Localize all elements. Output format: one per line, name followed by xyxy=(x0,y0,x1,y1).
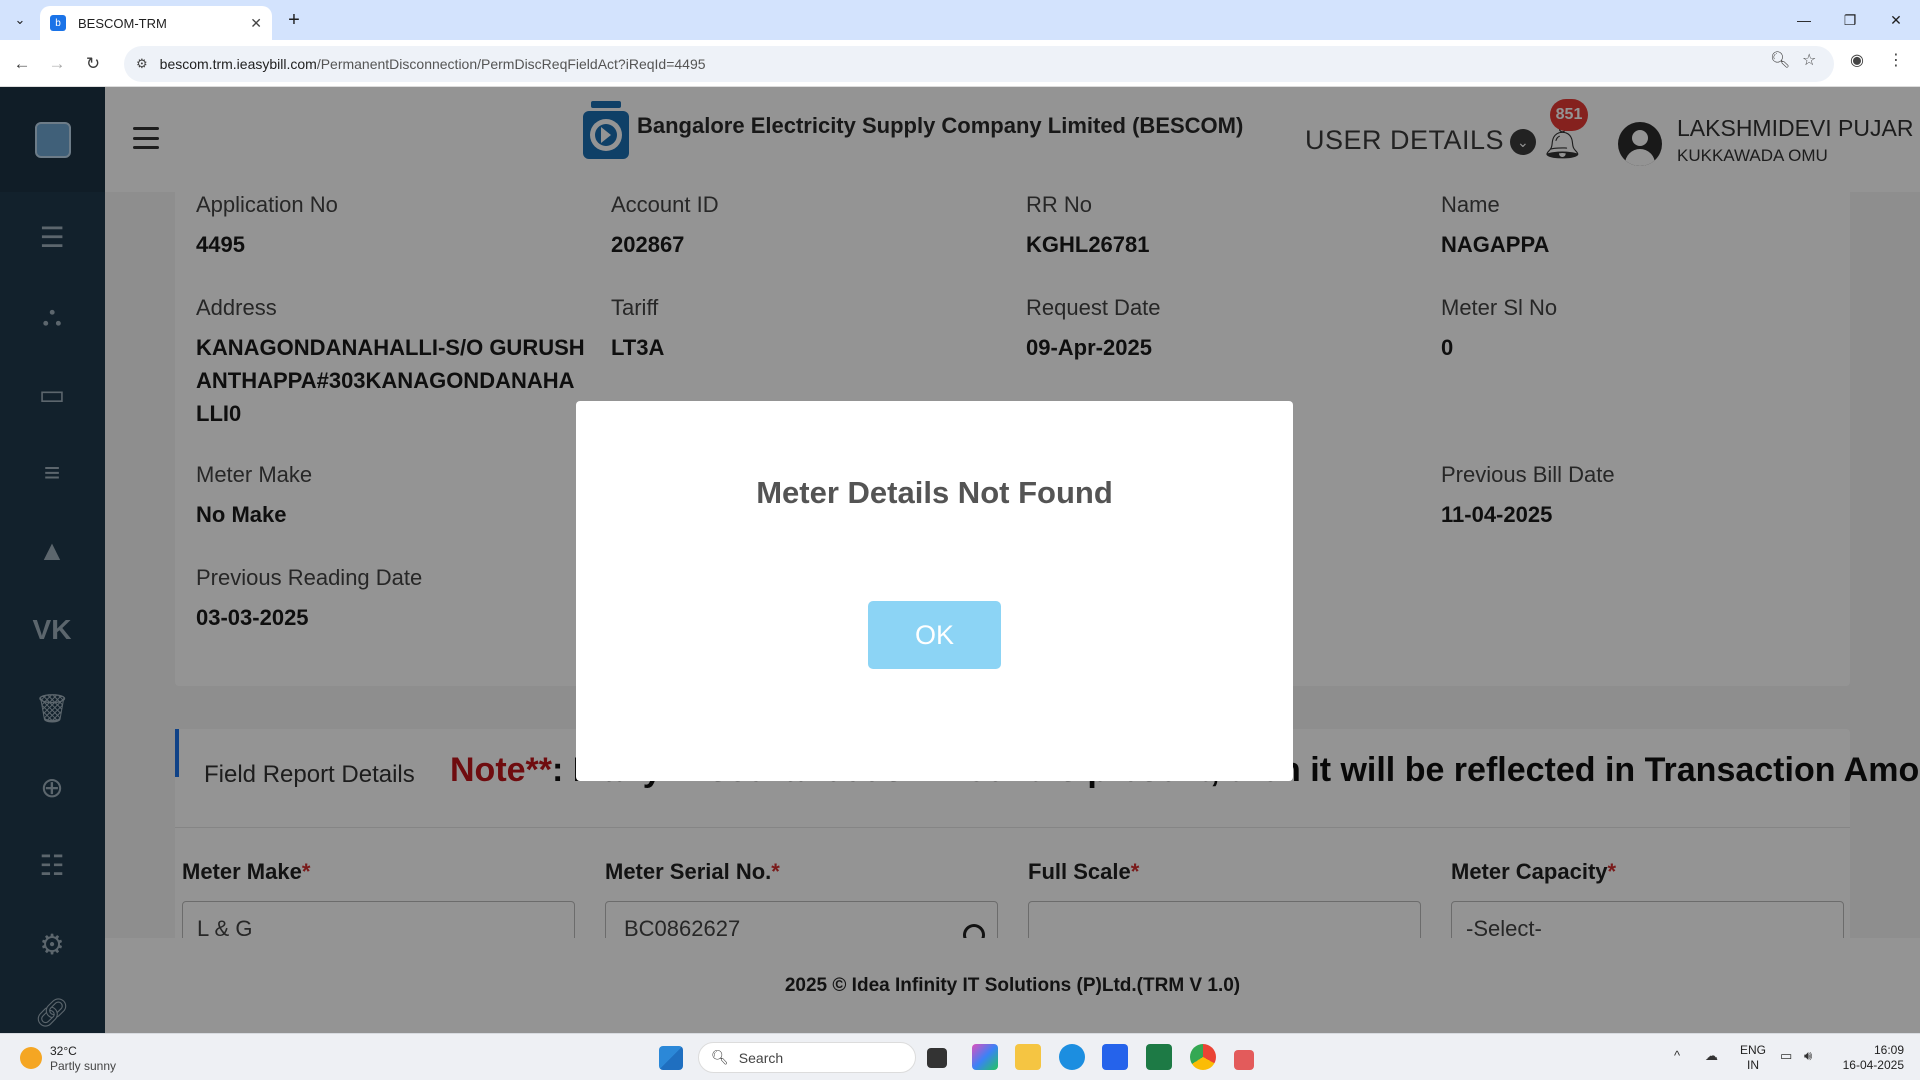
site-info-icon[interactable]: ⚙ xyxy=(136,56,148,72)
browser-tab-bar: ⌄ b BESCOM-TRM ✕ + — ❐ ✕ xyxy=(0,0,1920,40)
ok-button[interactable]: OK xyxy=(868,601,1001,669)
edge-browser-icon[interactable] xyxy=(1059,1044,1085,1070)
alert-title: Meter Details Not Found xyxy=(756,475,1113,510)
chrome-icon[interactable] xyxy=(1190,1044,1216,1070)
weather-temperature[interactable]: 32°C xyxy=(50,1044,77,1058)
weather-condition[interactable]: Partly sunny xyxy=(50,1059,116,1073)
alert-dialog: Meter Details Not Found OK xyxy=(576,401,1293,781)
profile-icon[interactable]: ◉ xyxy=(1850,50,1864,70)
copilot-icon[interactable] xyxy=(972,1044,998,1070)
application: ☰ ⛬ ▭ ≡ ▲ VK 🗑︎ ⊕ ☷ ⚙ 🔗︎ Bangalore Elect… xyxy=(0,87,1920,1033)
snipping-tool-icon[interactable] xyxy=(1234,1050,1254,1070)
bookmark-star-icon[interactable]: ☆ xyxy=(1802,50,1816,70)
task-view-icon[interactable] xyxy=(927,1048,947,1068)
volume-icon[interactable]: 🔊︎ xyxy=(1804,1048,1812,1064)
tray-chevron-icon[interactable]: ^ xyxy=(1674,1048,1680,1063)
bescom-favicon-icon: b xyxy=(50,15,66,31)
microsoft-store-icon[interactable] xyxy=(1102,1044,1128,1070)
system-clock[interactable]: 16:09 16-04-2025 xyxy=(1838,1043,1904,1073)
modal-overlay: Meter Details Not Found OK xyxy=(0,87,1920,1033)
zoom-icon[interactable]: 🔍︎ xyxy=(1770,50,1790,70)
restore-button[interactable]: ❐ xyxy=(1830,6,1870,34)
onedrive-icon[interactable]: ☁ xyxy=(1705,1048,1718,1064)
network-icon[interactable]: ▭ xyxy=(1780,1048,1792,1064)
close-window-button[interactable]: ✕ xyxy=(1876,6,1916,34)
address-bar[interactable]: ⚙ bescom.trm.ieasybill.com /PermanentDis… xyxy=(124,46,1834,82)
reload-button[interactable]: ↻ xyxy=(79,50,107,78)
windows-taskbar: 32°C Partly sunny 🔍︎ Search ^ ☁ ENG IN ▭ 🔊… xyxy=(0,1033,1920,1080)
taskbar-search[interactable]: 🔍︎ Search xyxy=(698,1042,916,1073)
taskbar-search-placeholder: Search xyxy=(738,1049,784,1066)
tab-search-button[interactable]: ⌄ xyxy=(8,8,32,32)
url-path: /PermanentDisconnection/PermDiscReqField… xyxy=(316,56,706,72)
windows-start-icon[interactable] xyxy=(659,1046,683,1070)
browser-menu-icon[interactable]: ⋮ xyxy=(1888,50,1904,70)
forward-button[interactable]: → xyxy=(43,50,71,78)
browser-toolbar: ← → ↻ ⚙ bescom.trm.ieasybill.com /Perman… xyxy=(0,40,1920,87)
file-explorer-icon[interactable] xyxy=(1015,1044,1041,1070)
browser-tab[interactable]: b BESCOM-TRM ✕ xyxy=(40,6,272,40)
excel-icon[interactable] xyxy=(1146,1044,1172,1070)
url-host: bescom.trm.ieasybill.com xyxy=(159,56,317,72)
new-tab-button[interactable]: + xyxy=(282,8,306,32)
minimize-button[interactable]: — xyxy=(1784,6,1824,34)
weather-sun-icon[interactable] xyxy=(20,1047,42,1069)
tab-close-icon[interactable]: ✕ xyxy=(250,15,262,32)
language-indicator[interactable]: ENG IN xyxy=(1740,1043,1766,1073)
tab-title: BESCOM-TRM xyxy=(78,15,167,31)
back-button[interactable]: ← xyxy=(8,50,36,78)
search-icon: 🔍︎ xyxy=(711,1049,729,1065)
